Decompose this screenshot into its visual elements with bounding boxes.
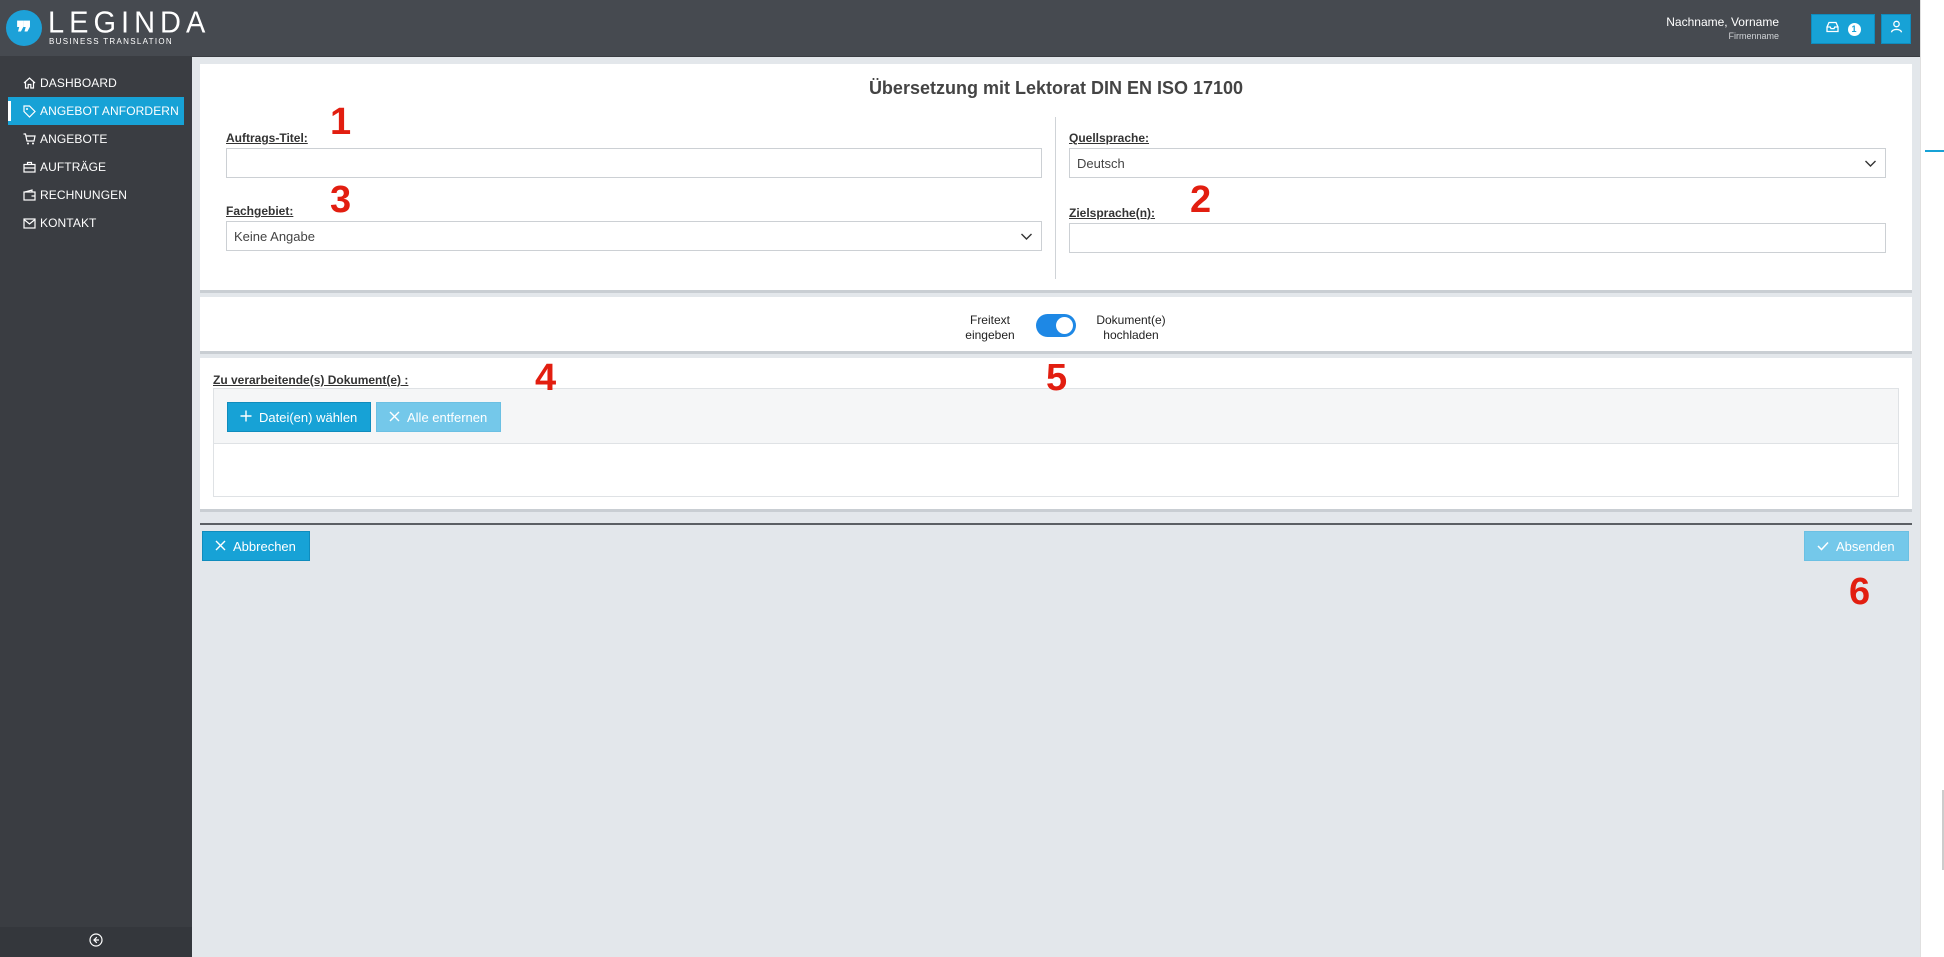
brand-logo[interactable]: ❞ LEGINDA BUSINESS TRANSLATION <box>6 6 211 49</box>
remove-all-button[interactable]: Alle entfernen <box>376 402 502 432</box>
logo-text: LEGINDA BUSINESS TRANSLATION <box>48 6 211 47</box>
annotation-3: 3 <box>330 179 352 221</box>
choose-files-label: Datei(en) wählen <box>259 409 358 425</box>
right-edge-indicator <box>1925 150 1944 152</box>
tag-icon <box>22 104 36 118</box>
sidebar-item-angebote[interactable]: ANGEBOTE <box>8 125 184 153</box>
chevron-down-icon <box>1864 157 1877 173</box>
plus-icon <box>240 410 252 425</box>
cart-icon <box>22 132 36 146</box>
sidebar-item-label: ANGEBOT ANFORDERN <box>40 104 179 118</box>
input-mode-switch[interactable] <box>1036 314 1076 337</box>
top-header: ❞ LEGINDA BUSINESS TRANSLATION Nachname,… <box>0 0 1920 57</box>
freetext-label-line1: Freitext <box>969 313 1010 327</box>
file-upload-area[interactable]: Datei(en) wählen Alle entfernen <box>213 388 1899 497</box>
home-icon <box>22 76 36 90</box>
user-name: Nachname, Vorname <box>1666 15 1779 29</box>
sidebar-item-rechnungen[interactable]: RECHNUNGEN <box>8 181 184 209</box>
remove-all-label: Alle entfernen <box>407 409 488 425</box>
sidebar-item-label: AUFTRÄGE <box>40 160 107 174</box>
column-divider <box>1055 117 1056 279</box>
user-info: Nachname, Vorname Firmenname <box>1666 15 1779 43</box>
mail-icon <box>22 216 36 230</box>
sidebar-item-label: RECHNUNGEN <box>40 188 128 202</box>
annotation-1: 1 <box>330 101 352 143</box>
upload-label-line2: hochladen <box>1103 328 1159 342</box>
input-mode-toggle-bar: Freitext eingeben Dokument(e) hochladen <box>200 297 1912 354</box>
documents-label: Zu verarbeitende(s) Dokument(e) : <box>213 373 409 387</box>
sidebar-collapse-button[interactable] <box>0 927 192 957</box>
annotation-4: 4 <box>535 357 557 399</box>
inbox-icon <box>1825 20 1839 38</box>
page-title: Übersetzung mit Lektorat DIN EN ISO 1710… <box>868 78 1244 98</box>
freetext-label-line2: eingeben <box>965 328 1015 342</box>
order-title-input[interactable] <box>226 148 1042 178</box>
switch-knob <box>1056 317 1073 334</box>
messages-button[interactable]: 1 <box>1811 14 1875 44</box>
annotation-6: 6 <box>1849 571 1871 613</box>
collapse-left-icon <box>89 932 103 952</box>
order-form-card: Übersetzung mit Lektorat DIN EN ISO 1710… <box>200 64 1912 293</box>
chevron-down-icon <box>1020 230 1033 246</box>
close-icon <box>215 539 226 554</box>
action-divider <box>200 523 1912 525</box>
sidebar-item-label: ANGEBOTE <box>40 132 108 146</box>
logo-name: LEGINDA <box>48 6 211 40</box>
wallet-icon <box>22 188 36 202</box>
annotation-5: 5 <box>1046 357 1068 399</box>
target-language-label: Zielsprache(n): <box>1069 206 1156 220</box>
sidebar-item-label: KONTAKT <box>40 216 97 230</box>
upload-label-line1: Dokument(e) <box>1096 313 1166 327</box>
cancel-label: Abbrechen <box>233 538 296 554</box>
subject-label: Fachgebiet: <box>226 204 294 218</box>
annotation-2: 2 <box>1190 179 1212 221</box>
sidebar-item-label: DASHBOARD <box>40 76 117 90</box>
cancel-button[interactable]: Abbrechen <box>202 531 310 561</box>
close-icon <box>389 410 400 425</box>
check-icon <box>1817 539 1829 554</box>
sidebar-nav: DASHBOARD ANGEBOT ANFORDERN ANGEBOTE AUF… <box>0 57 192 237</box>
sidebar-item-auftraege[interactable]: AUFTRÄGE <box>8 153 184 181</box>
source-language-label: Quellsprache: <box>1069 131 1150 145</box>
source-language-select[interactable]: Deutsch <box>1069 148 1886 178</box>
message-count-badge: 1 <box>1847 22 1861 36</box>
choose-files-button[interactable]: Datei(en) wählen <box>227 402 372 432</box>
user-icon <box>1890 20 1903 38</box>
order-title-label: Auftrags-Titel: <box>226 131 308 145</box>
sidebar-item-dashboard[interactable]: DASHBOARD <box>8 69 184 97</box>
subject-value: Keine Angabe <box>234 228 315 244</box>
sidebar-item-angebot-anfordern[interactable]: ANGEBOT ANFORDERN <box>8 97 184 125</box>
sidebar-item-kontakt[interactable]: KONTAKT <box>8 209 184 237</box>
submit-label: Absenden <box>1836 538 1895 554</box>
freetext-option-label[interactable]: Freitext eingeben <box>957 313 1023 343</box>
briefcase-icon <box>22 160 36 174</box>
user-menu-button[interactable] <box>1881 14 1911 44</box>
subject-select[interactable]: Keine Angabe <box>226 221 1042 251</box>
source-language-value: Deutsch <box>1077 155 1125 171</box>
sidebar: DASHBOARD ANGEBOT ANFORDERN ANGEBOTE AUF… <box>0 57 192 957</box>
right-edge-panel <box>1920 0 1944 957</box>
logo-quote-icon: ❞ <box>6 10 42 49</box>
upload-option-label[interactable]: Dokument(e) hochladen <box>1092 313 1170 343</box>
submit-button[interactable]: Absenden <box>1804 531 1909 561</box>
target-language-input[interactable] <box>1069 223 1886 253</box>
user-company: Firmenname <box>1728 31 1779 41</box>
